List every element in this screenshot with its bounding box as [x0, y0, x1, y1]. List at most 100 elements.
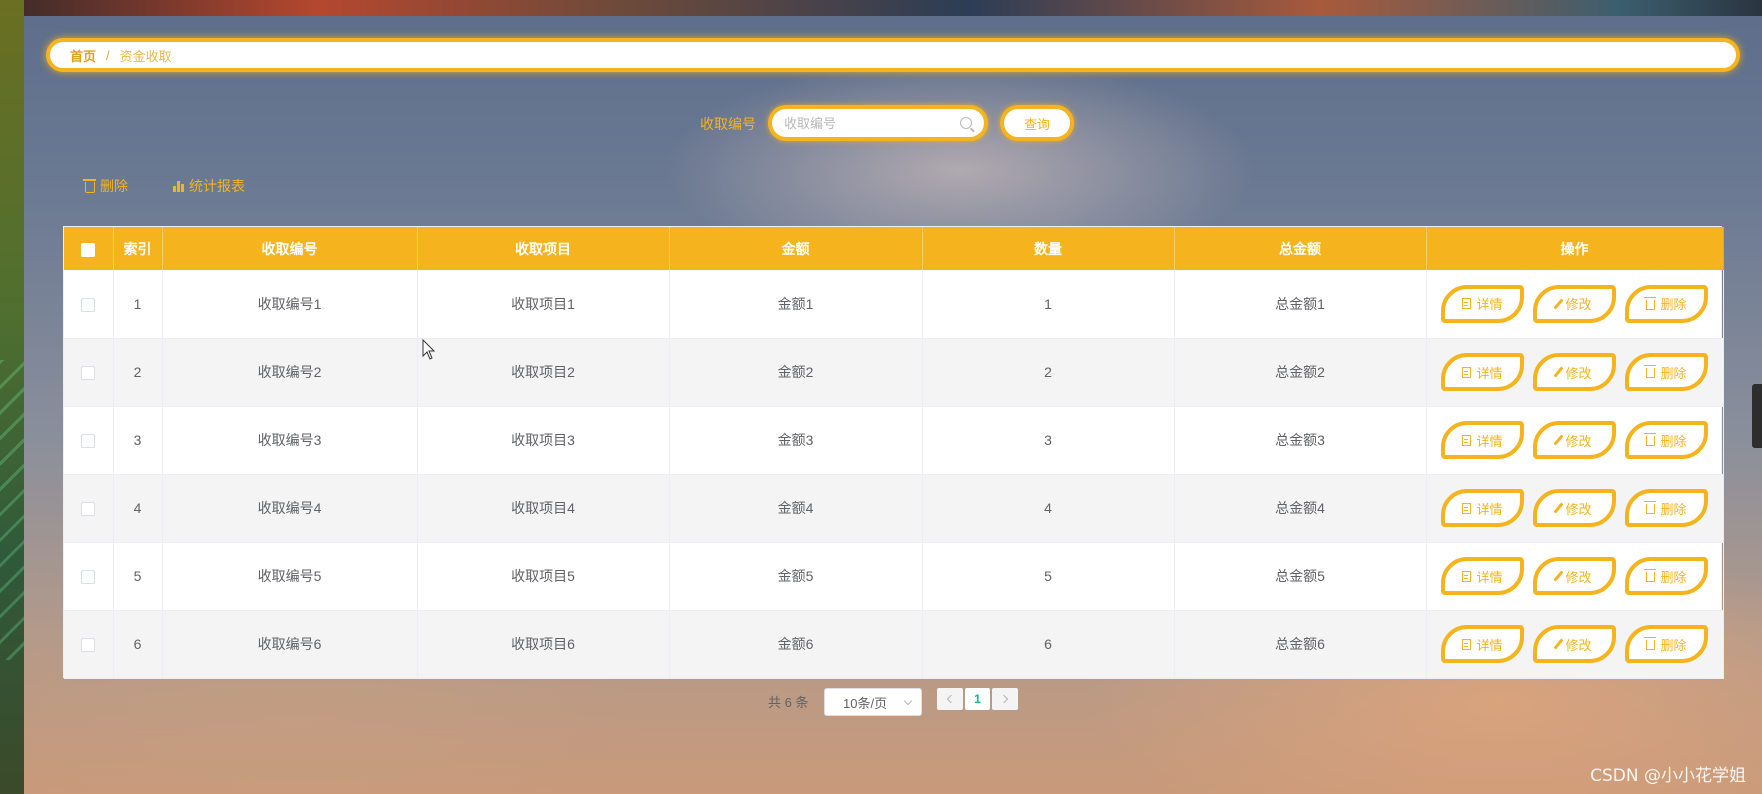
edit-button[interactable]: 修改 — [1533, 557, 1616, 595]
trash-icon — [1644, 637, 1657, 650]
row-checkbox[interactable] — [81, 570, 96, 585]
trash-icon — [1644, 569, 1657, 582]
cell-amount: 金额1 — [669, 270, 923, 338]
cell-index: 6 — [113, 610, 163, 678]
detail-label: 详情 — [1476, 501, 1503, 517]
cell-item: 收取项目4 — [417, 474, 670, 542]
row-checkbox[interactable] — [81, 297, 96, 312]
breadcrumb-home[interactable]: 首页 — [70, 46, 96, 65]
document-icon — [1462, 638, 1472, 650]
detail-button[interactable]: 详情 — [1441, 489, 1524, 527]
cell-index: 4 — [113, 474, 163, 542]
row-select-cell — [64, 474, 114, 542]
edit-button[interactable]: 修改 — [1533, 284, 1616, 323]
delete-label: 删除 — [1660, 569, 1687, 585]
bar-chart-icon — [173, 180, 184, 192]
pencil-icon — [1553, 570, 1564, 582]
cell-code: 收取编号5 — [162, 542, 418, 610]
cell-quantity: 5 — [922, 542, 1175, 610]
cell-actions: 详情 修改 删除 — [1426, 270, 1724, 338]
delete-button[interactable]: 删除 — [1625, 284, 1708, 323]
delete-label: 删除 — [1660, 297, 1687, 313]
search-label: 收取编号 — [700, 116, 756, 132]
delete-button[interactable]: 删除 — [1625, 625, 1708, 663]
breadcrumb-current: 资金收取 — [119, 48, 172, 64]
cell-total: 总金额2 — [1174, 338, 1427, 406]
cell-amount: 金额2 — [669, 338, 923, 406]
detail-button[interactable]: 详情 — [1441, 353, 1524, 391]
report-label: 统计报表 — [189, 178, 245, 194]
select-all-checkbox[interactable] — [81, 242, 96, 257]
row-checkbox[interactable] — [81, 366, 96, 381]
edit-button[interactable]: 修改 — [1533, 353, 1616, 391]
page-size-value: 10条/页 — [843, 695, 888, 711]
detail-button[interactable]: 详情 — [1441, 284, 1524, 323]
column-header-amount: 金额 — [669, 227, 923, 270]
cell-code: 收取编号6 — [162, 610, 418, 678]
delete-label: 删除 — [1660, 501, 1687, 517]
batch-delete-button[interactable]: 删除 — [83, 176, 128, 196]
search-icon — [960, 117, 972, 129]
edit-label: 修改 — [1565, 297, 1592, 313]
detail-button[interactable]: 详情 — [1441, 421, 1524, 459]
delete-label: 删除 — [1660, 433, 1687, 449]
cell-quantity: 4 — [922, 474, 1175, 542]
column-header-actions: 操作 — [1426, 227, 1724, 270]
trash-icon — [1644, 501, 1657, 514]
query-button[interactable]: 查询 — [1000, 105, 1074, 141]
edit-label: 修改 — [1565, 365, 1592, 381]
search-input[interactable] — [784, 115, 954, 131]
search-field[interactable] — [768, 105, 988, 141]
table-row: 5 收取编号5 收取项目5 金额5 5 总金额5 详情 修改 删除 — [64, 542, 1724, 610]
breadcrumb-separator: / — [106, 47, 110, 63]
pagination-total: 共 6 条 — [768, 695, 809, 710]
table-row: 3 收取编号3 收取项目3 金额3 3 总金额3 详情 修改 删除 — [64, 406, 1724, 474]
batch-delete-label: 删除 — [100, 178, 128, 194]
detail-label: 详情 — [1476, 569, 1503, 585]
cell-amount: 金额3 — [669, 406, 923, 474]
cell-total: 总金额4 — [1174, 474, 1427, 542]
document-icon — [1462, 434, 1472, 446]
delete-button[interactable]: 删除 — [1625, 557, 1708, 595]
next-page-button[interactable] — [992, 688, 1019, 710]
cell-total: 总金额5 — [1174, 542, 1427, 610]
cell-actions: 详情 修改 删除 — [1426, 542, 1724, 610]
background-top-strip — [0, 0, 1762, 16]
document-icon — [1462, 570, 1472, 582]
edit-label: 修改 — [1565, 569, 1592, 585]
row-checkbox[interactable] — [81, 434, 96, 449]
document-icon — [1462, 366, 1472, 378]
edit-button[interactable]: 修改 — [1533, 625, 1616, 663]
select-all-cell — [64, 227, 114, 270]
row-checkbox[interactable] — [81, 638, 96, 653]
edit-label: 修改 — [1565, 637, 1592, 653]
cell-actions: 详情 修改 删除 — [1426, 406, 1724, 474]
detail-label: 详情 — [1476, 297, 1503, 313]
cell-total: 总金额6 — [1174, 610, 1427, 678]
page-size-select[interactable]: 10条/页 — [824, 688, 922, 716]
cell-amount: 金额5 — [669, 542, 923, 610]
delete-label: 删除 — [1660, 365, 1687, 381]
prev-page-button[interactable] — [937, 688, 963, 710]
row-checkbox[interactable] — [81, 502, 96, 517]
cell-total: 总金额3 — [1174, 406, 1427, 474]
cell-code: 收取编号2 — [162, 338, 418, 406]
pencil-icon — [1553, 366, 1564, 378]
cell-total: 总金额1 — [1174, 270, 1427, 338]
pencil-icon — [1553, 434, 1564, 446]
edit-button[interactable]: 修改 — [1533, 421, 1616, 459]
page-number-current[interactable]: 1 — [964, 688, 991, 710]
report-button[interactable]: 统计报表 — [173, 176, 245, 196]
edit-button[interactable]: 修改 — [1533, 489, 1616, 527]
detail-button[interactable]: 详情 — [1441, 625, 1524, 663]
delete-button[interactable]: 删除 — [1625, 421, 1708, 459]
chevron-right-icon — [999, 694, 1008, 704]
cell-index: 5 — [113, 542, 163, 610]
delete-button[interactable]: 删除 — [1625, 489, 1708, 527]
cell-actions: 详情 修改 删除 — [1426, 338, 1724, 406]
delete-button[interactable]: 删除 — [1625, 353, 1708, 391]
side-handle[interactable] — [1752, 384, 1762, 448]
column-header-quantity: 数量 — [922, 227, 1175, 270]
cell-item: 收取项目3 — [417, 406, 670, 474]
detail-button[interactable]: 详情 — [1441, 557, 1524, 595]
